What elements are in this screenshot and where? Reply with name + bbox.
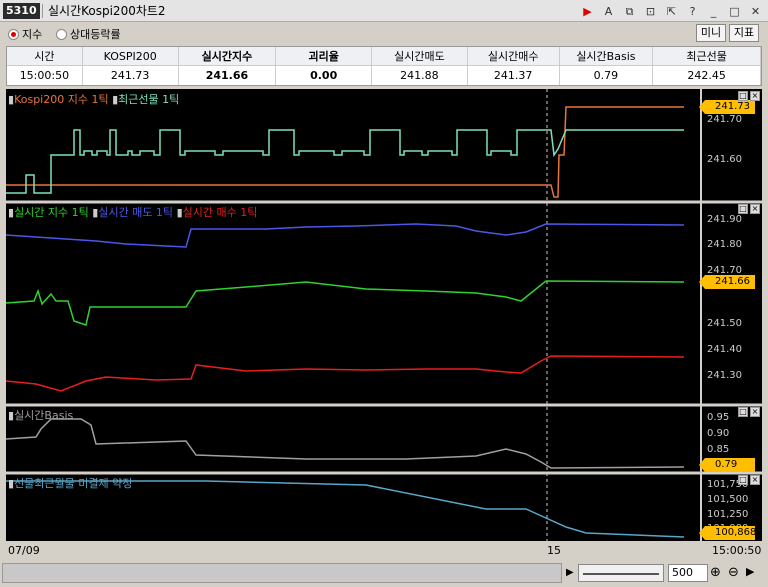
window-title: 실시간Kospi200차트2 [48, 4, 166, 18]
restore-icon[interactable]: ⇱ [663, 4, 680, 19]
h-scrollbar[interactable] [2, 563, 562, 583]
scroll-right-icon[interactable]: ▶ [746, 565, 754, 578]
slider-track [583, 573, 659, 575]
p2-maximize-icon[interactable]: □ [738, 204, 748, 214]
play-icon[interactable]: ▶ [579, 4, 596, 19]
series-buy [6, 355, 685, 392]
grid-header-4: 실시간매도 [372, 47, 468, 65]
legend-buy: 실시간 매수 1틱 [182, 206, 258, 219]
p1-close-icon[interactable]: × [750, 91, 760, 101]
grid-value-3: 0.00 [276, 66, 373, 85]
legend-basis: 실시간Basis [14, 409, 74, 422]
grid-header-3: 괴리율 [276, 47, 373, 65]
help-icon[interactable]: ? [684, 4, 701, 19]
legend-kospi: Kospi200 지수 1틱 [14, 93, 109, 106]
p3-maximize-icon[interactable]: □ [738, 407, 748, 417]
grid-value-4: 241.88 [372, 66, 468, 85]
x-axis-mid: 15 [547, 544, 561, 557]
panel3-legend: ▮실시간Basis [8, 409, 74, 422]
p3-tick-1: 0.90 [707, 428, 730, 439]
series-sell [6, 223, 685, 248]
p3-tick-2: 0.85 [707, 444, 730, 455]
pin-icon[interactable]: ⊡ [642, 4, 659, 19]
series-basis [6, 418, 685, 469]
grid-value-6: 0.79 [560, 66, 654, 85]
indicator-button[interactable]: 지표 [729, 24, 759, 42]
link-icon[interactable]: ⧉ [621, 4, 638, 19]
toolbar: 지수 상대등락률 미니 지표 [0, 22, 768, 44]
p2-close-icon[interactable]: × [750, 204, 760, 214]
title-bar: 5310 실시간Kospi200차트2 ▶ A ⧉ ⊡ ⇱ ? _ □ ✕ [0, 0, 768, 22]
zoom-in-icon[interactable]: ⊕ [710, 565, 721, 580]
bottom-bar: ▶ 500 ⊕ ⊖ ▶ [0, 561, 768, 587]
close-icon[interactable]: ✕ [747, 4, 764, 19]
radio-off-icon [56, 28, 67, 40]
p1-maximize-icon[interactable]: □ [738, 91, 748, 101]
p2-tick-1: 241.80 [707, 239, 742, 250]
panel2-legend: ▮실시간 지수 1틱 ▮실시간 매도 1틱 ▮실시간 매수 1틱 [8, 206, 258, 219]
radio-index[interactable]: 지수 [8, 26, 42, 42]
radio-on-icon [8, 28, 19, 40]
grid-header-0: 시간 [7, 47, 83, 65]
p2-price-tag: 241.66 [699, 275, 755, 289]
legend-sell: 실시간 매도 1틱 [98, 206, 174, 219]
grid-header-6: 실시간Basis [560, 47, 654, 65]
p1-tick-0: 241.70 [707, 114, 742, 125]
zoom-slider[interactable] [578, 564, 664, 582]
grid-value-row: 15:00:50 241.73 241.66 0.00 241.88 241.37 0.79… [7, 66, 761, 85]
title-separator [42, 4, 43, 18]
p4-tick-2: 101,250 [707, 509, 749, 520]
grid-value-1: 241.73 [83, 66, 179, 85]
grid-header-row: 시간 KOSPI200 실시간지수 괴리율 실시간매도 실시간매수 실시간Basis 최근선물 [7, 47, 761, 66]
legend-index: 실시간 지수 1틱 [14, 206, 89, 219]
mini-button[interactable]: 미니 [696, 24, 726, 42]
radio-relative[interactable]: 상대등락률 [56, 26, 121, 42]
chart-area[interactable]: ▮Kospi200 지수 1틱 ▮최근선물 1틱 241.70 241.60 2… [6, 89, 762, 541]
radio-index-label: 지수 [22, 28, 43, 41]
legend-openint: 선물최근월물 미결제 약정 [14, 477, 133, 490]
grid-header-2: 실시간지수 [179, 47, 277, 65]
grid-header-1: KOSPI200 [83, 47, 179, 65]
radio-relative-label: 상대등락률 [70, 28, 121, 41]
p2-tick-4: 241.40 [707, 344, 742, 355]
panel1-legend: ▮Kospi200 지수 1틱 ▮최근선물 1틱 [8, 93, 180, 106]
zoom-out-icon[interactable]: ⊖ [728, 565, 739, 580]
p2-tick-3: 241.50 [707, 318, 742, 329]
p2-tick-5: 241.30 [707, 370, 742, 381]
scroll-left-icon[interactable]: ▶ [566, 565, 576, 581]
title-buttons: ▶ A ⧉ ⊡ ⇱ ? _ □ ✕ [579, 4, 764, 19]
series-futures [6, 129, 684, 194]
maximize-icon[interactable]: □ [726, 4, 743, 19]
minimize-icon[interactable]: _ [705, 4, 722, 19]
window-code: 5310 [3, 3, 40, 19]
panel4-legend: ▮선물최근월물 미결제 약정 [8, 477, 133, 490]
grid-value-5: 241.37 [468, 66, 560, 85]
grid-value-2: 241.66 [179, 66, 277, 85]
series-index [6, 280, 685, 326]
x-axis-left: 07/09 [8, 544, 40, 557]
legend-futures: 최근선물 1틱 [118, 93, 180, 106]
p3-tick-0: 0.95 [707, 412, 730, 423]
p1-tick-1: 241.60 [707, 154, 742, 165]
p4-value-tag: 100,868 [699, 526, 756, 540]
p1-price-tag: 241.73 [699, 100, 755, 114]
grid-header-7: 최근선물 [653, 47, 761, 65]
grid-value-7: 242.45 [653, 66, 761, 85]
p4-maximize-icon[interactable]: □ [738, 475, 748, 485]
chart-svg [6, 89, 762, 541]
grid-value-0: 15:00:50 [7, 66, 83, 85]
grid-header-5: 실시간매수 [468, 47, 560, 65]
zoom-input[interactable]: 500 [668, 564, 708, 582]
p3-close-icon[interactable]: × [750, 407, 760, 417]
font-icon[interactable]: A [600, 4, 617, 19]
x-axis: 07/09 15 15:00:50 [0, 541, 768, 561]
p4-close-icon[interactable]: × [750, 475, 760, 485]
p3-price-tag: 0.79 [699, 458, 755, 472]
p2-tick-0: 241.90 [707, 214, 742, 225]
x-axis-right: 15:00:50 [712, 544, 762, 557]
quote-grid: 시간 KOSPI200 실시간지수 괴리율 실시간매도 실시간매수 실시간Basis 최근선물… [6, 46, 762, 86]
p4-tick-1: 101,500 [707, 494, 749, 505]
